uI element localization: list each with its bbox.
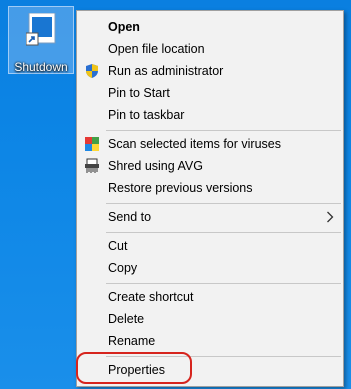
avg-icon	[85, 137, 99, 151]
menu-item-shred-avg[interactable]: Shred using AVG	[77, 155, 343, 177]
chevron-right-icon	[327, 211, 334, 223]
menu-item-label: Pin to taskbar	[108, 108, 185, 122]
menu-item-run-as-administrator[interactable]: Run as administrator	[77, 60, 343, 82]
menu-item-scan-viruses[interactable]: Scan selected items for viruses	[77, 133, 343, 155]
menu-item-label: Shred using AVG	[108, 159, 203, 173]
menu-item-label: Open file location	[108, 42, 205, 56]
menu-item-restore-previous-versions[interactable]: Restore previous versions	[77, 177, 343, 199]
menu-item-label: Pin to Start	[108, 86, 170, 100]
uac-shield-icon	[86, 64, 98, 78]
menu-item-label: Restore previous versions	[108, 181, 253, 195]
context-menu: Open Open file location Run as administr…	[76, 10, 344, 387]
menu-item-label: Copy	[108, 261, 138, 275]
menu-item-rename[interactable]: Rename	[77, 330, 343, 352]
menu-separator	[106, 283, 341, 284]
menu-item-label: Send to	[108, 210, 152, 224]
properties-highlight-annotation	[76, 352, 192, 384]
menu-item-delete[interactable]: Delete	[77, 308, 343, 330]
menu-separator	[106, 232, 341, 233]
menu-item-send-to[interactable]: Send to	[77, 206, 343, 228]
document-shortcut-icon	[26, 13, 56, 46]
menu-item-label: Cut	[108, 239, 128, 253]
menu-item-label: Open	[108, 20, 140, 34]
menu-item-cut[interactable]: Cut	[77, 235, 343, 257]
menu-item-open-file-location[interactable]: Open file location	[77, 38, 343, 60]
menu-separator	[106, 203, 341, 204]
menu-item-label: Rename	[108, 334, 156, 348]
menu-item-label: Scan selected items for viruses	[108, 137, 281, 151]
desktop-icon-label: Shutdown	[14, 60, 68, 74]
menu-item-create-shortcut[interactable]: Create shortcut	[77, 286, 343, 308]
desktop-shortcut-shutdown[interactable]: Shutdown	[8, 6, 74, 74]
menu-item-label: Create shortcut	[108, 290, 194, 304]
menu-item-copy[interactable]: Copy	[77, 257, 343, 279]
menu-item-pin-to-start[interactable]: Pin to Start	[77, 82, 343, 104]
shredder-icon	[85, 158, 99, 173]
menu-separator	[106, 130, 341, 131]
menu-item-open[interactable]: Open	[77, 16, 343, 38]
menu-item-pin-to-taskbar[interactable]: Pin to taskbar	[77, 104, 343, 126]
menu-item-label: Run as administrator	[108, 64, 224, 78]
menu-item-label: Delete	[108, 312, 145, 326]
